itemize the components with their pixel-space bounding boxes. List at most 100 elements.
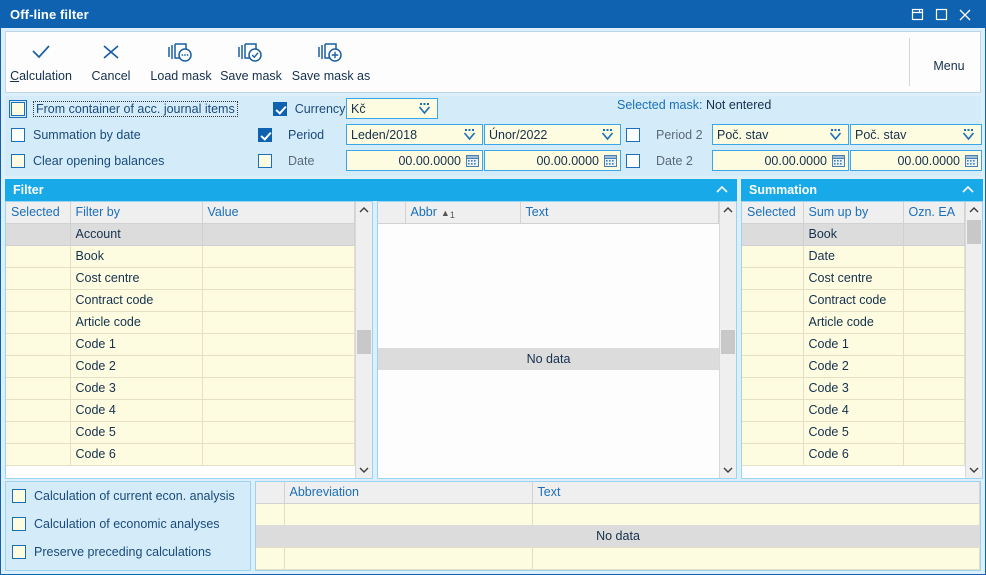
- col-abbreviation[interactable]: Abbreviation: [284, 482, 533, 504]
- col-abbr[interactable]: Abbr ▲1: [405, 202, 521, 224]
- restore-down-button[interactable]: [905, 2, 929, 28]
- calc-economic-analyses-row[interactable]: Calculation of economic analyses: [6, 510, 250, 538]
- table-row[interactable]: Cost centre: [6, 267, 355, 290]
- chevron-down-icon[interactable]: [417, 101, 432, 116]
- col-selected[interactable]: Selected: [6, 202, 71, 224]
- table-row[interactable]: Account: [6, 223, 355, 246]
- table-row[interactable]: Code 2: [6, 355, 355, 378]
- bottom-grid[interactable]: Abbreviation Text No data: [255, 481, 981, 571]
- period2-checkbox[interactable]: [626, 128, 640, 142]
- menu-button[interactable]: Menu: [918, 32, 980, 92]
- filter-panel-header: Filter: [5, 179, 737, 201]
- table-row[interactable]: Date: [742, 245, 965, 268]
- filter-scrollbar[interactable]: [355, 202, 372, 478]
- summation-panel-header: Summation: [741, 179, 983, 201]
- period-checkbox[interactable]: [258, 128, 272, 142]
- table-row[interactable]: Code 3: [742, 377, 965, 400]
- detail-grid[interactable]: Abbr ▲1 Text No data: [377, 201, 737, 479]
- col-filter-by[interactable]: Filter by: [70, 202, 203, 224]
- calc-current-econ-checkbox[interactable]: [12, 489, 26, 503]
- scroll-down-arrow-icon[interactable]: [720, 462, 736, 478]
- period-to-combobox[interactable]: Únor/2022: [484, 124, 621, 145]
- chevron-down-icon[interactable]: [462, 127, 477, 142]
- table-row[interactable]: Contract code: [6, 289, 355, 312]
- filter-grid[interactable]: Selected Filter by Value Account Book Cost…: [5, 201, 373, 479]
- summation-scrollbar[interactable]: [965, 202, 982, 478]
- summation-by-date-checkbox[interactable]: [11, 128, 25, 142]
- detail-scrollbar[interactable]: [719, 202, 736, 478]
- table-row[interactable]: Article code: [742, 311, 965, 334]
- chevron-down-icon[interactable]: [600, 127, 615, 142]
- offline-filter-window: Off-line filter Calculation Cancel Load …: [0, 0, 986, 575]
- table-row[interactable]: Code 5: [6, 421, 355, 444]
- close-button[interactable]: [953, 2, 977, 28]
- collapse-chevron-icon[interactable]: [713, 181, 731, 199]
- preserve-preceding-checkbox[interactable]: [12, 545, 26, 559]
- calendar-icon[interactable]: [604, 154, 617, 167]
- calendar-icon[interactable]: [965, 154, 978, 167]
- table-row[interactable]: Code 1: [742, 333, 965, 356]
- col-text[interactable]: Text: [520, 202, 719, 224]
- table-row[interactable]: Cost centre: [742, 267, 965, 290]
- chevron-down-icon[interactable]: [828, 127, 843, 142]
- filter-scroll-thumb[interactable]: [357, 330, 371, 354]
- col-ozn-ea[interactable]: Ozn. EA: [903, 202, 965, 224]
- summation-grid[interactable]: Selected Sum up by Ozn. EA Book Date Cost …: [741, 201, 983, 479]
- col-sum-up-by[interactable]: Sum up by: [803, 202, 904, 224]
- period2-to-combobox[interactable]: Poč. stav: [850, 124, 982, 145]
- save-mask-as-button[interactable]: Save mask as: [286, 32, 376, 83]
- save-mask-button[interactable]: Save mask: [216, 32, 286, 83]
- clear-opening-balances-checkbox[interactable]: [11, 154, 25, 168]
- table-row[interactable]: Book: [742, 223, 965, 246]
- date2-from-field[interactable]: 00.00.0000: [712, 150, 849, 171]
- table-row[interactable]: Code 6: [742, 443, 965, 466]
- table-row[interactable]: [256, 503, 980, 526]
- date2-to-field[interactable]: 00.00.0000: [850, 150, 982, 171]
- scroll-up-arrow-icon[interactable]: [966, 202, 982, 218]
- table-row[interactable]: Code 3: [6, 377, 355, 400]
- collapse-chevron-icon[interactable]: [959, 181, 977, 199]
- col-blank[interactable]: [256, 482, 285, 504]
- currency-combobox[interactable]: Kč: [346, 98, 438, 119]
- load-mask-button[interactable]: Load mask: [146, 32, 216, 83]
- col-text[interactable]: Text: [532, 482, 980, 504]
- currency-checkbox[interactable]: [272, 102, 287, 116]
- table-row[interactable]: Code 4: [6, 399, 355, 422]
- from-container-checkbox[interactable]: [9, 100, 27, 118]
- date-checkbox[interactable]: [258, 154, 272, 168]
- scroll-up-arrow-icon[interactable]: [356, 202, 372, 218]
- summation-scroll-thumb[interactable]: [967, 220, 981, 244]
- scroll-down-arrow-icon[interactable]: [356, 462, 372, 478]
- date2-checkbox[interactable]: [626, 154, 640, 168]
- calendar-icon[interactable]: [832, 154, 845, 167]
- col-value[interactable]: Value: [202, 202, 355, 224]
- table-row[interactable]: Code 2: [742, 355, 965, 378]
- cancel-button[interactable]: Cancel: [76, 32, 146, 83]
- table-row[interactable]: Article code: [6, 311, 355, 334]
- period-from-combobox[interactable]: Leden/2018: [346, 124, 483, 145]
- table-row[interactable]: Code 4: [742, 399, 965, 422]
- col-blank[interactable]: [378, 202, 406, 224]
- table-row[interactable]: Code 1: [6, 333, 355, 356]
- calculation-button[interactable]: Calculation: [6, 32, 76, 83]
- summation-table-header: Selected Sum up by Ozn. EA: [742, 202, 965, 224]
- col-selected[interactable]: Selected: [742, 202, 804, 224]
- table-row[interactable]: Book: [6, 245, 355, 268]
- date-to-field[interactable]: 00.00.0000: [484, 150, 621, 171]
- table-row[interactable]: Code 6: [6, 443, 355, 466]
- scroll-up-arrow-icon[interactable]: [720, 202, 736, 218]
- table-row[interactable]: [256, 547, 980, 570]
- maximize-button[interactable]: [929, 2, 953, 28]
- calc-economic-analyses-checkbox[interactable]: [12, 517, 26, 531]
- cell-sum-up-by: Code 3: [803, 377, 904, 400]
- calendar-icon[interactable]: [466, 154, 479, 167]
- calc-current-econ-row[interactable]: Calculation of current econ. analysis: [6, 482, 250, 510]
- scroll-down-arrow-icon[interactable]: [966, 462, 982, 478]
- detail-scroll-thumb[interactable]: [721, 330, 735, 354]
- date-from-field[interactable]: 00.00.0000: [346, 150, 483, 171]
- preserve-preceding-row[interactable]: Preserve preceding calculations: [6, 538, 250, 566]
- table-row[interactable]: Code 5: [742, 421, 965, 444]
- chevron-down-icon[interactable]: [961, 127, 976, 142]
- table-row[interactable]: Contract code: [742, 289, 965, 312]
- period2-from-combobox[interactable]: Poč. stav: [712, 124, 849, 145]
